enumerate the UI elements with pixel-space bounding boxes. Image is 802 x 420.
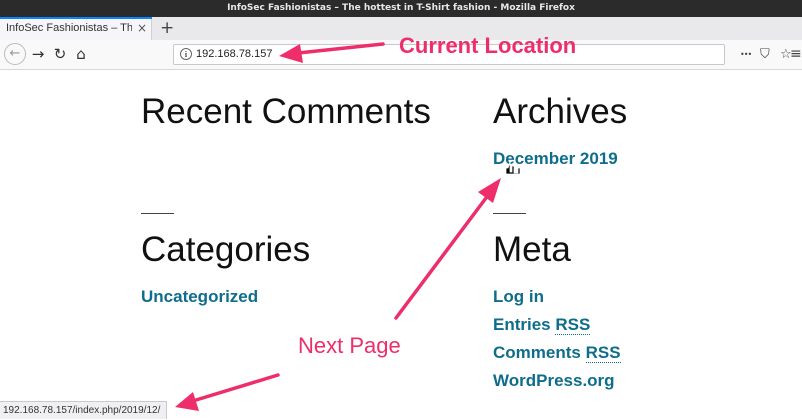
current-location-arrow — [279, 42, 385, 63]
next-page-arrow — [394, 178, 501, 320]
mouse-pointer-icon — [505, 161, 521, 175]
annotation-arrows — [175, 42, 521, 411]
status-bar-url: 192.168.78.157/index.php/2019/12/ — [0, 401, 168, 419]
status-link-arrow — [175, 373, 280, 411]
next-page-annotation: Next Page — [298, 333, 401, 358]
current-location-annotation: Current Location — [399, 33, 577, 58]
